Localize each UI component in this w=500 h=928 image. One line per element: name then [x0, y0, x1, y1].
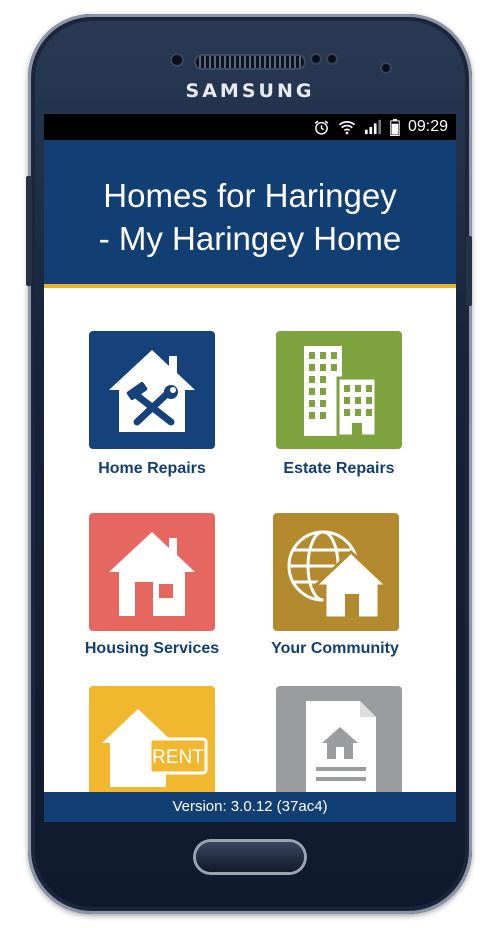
status-bar: 09:29 [44, 114, 456, 140]
volume-button [26, 176, 32, 286]
tile-estate-repairs[interactable] [276, 331, 402, 449]
header-accent-stripe [44, 284, 456, 288]
clock-time: 09:29 [407, 118, 448, 135]
tile-label-estate-repairs[interactable]: Estate Repairs [244, 460, 434, 478]
tile-rent[interactable]: RENT [89, 686, 215, 804]
app-screen: 09:29 Homes for Haringey - My Haringey H… [44, 114, 456, 822]
front-camera [172, 55, 182, 65]
earpiece-speaker [196, 56, 304, 68]
tile-documents[interactable] [276, 686, 402, 804]
home-button[interactable] [196, 842, 304, 872]
tile-home-repairs[interactable] [89, 331, 215, 449]
tile-your-community[interactable] [273, 513, 399, 631]
battery-icon [390, 118, 400, 136]
wifi-icon [338, 119, 356, 135]
tile-label-your-community[interactable]: Your Community [240, 640, 430, 658]
house-icon [109, 532, 195, 616]
signal-icon [364, 119, 382, 135]
globe-house-icon [287, 530, 391, 620]
power-button [466, 236, 472, 306]
camera-icon [382, 64, 390, 72]
buildings-icon [304, 346, 378, 438]
proximity-sensor [312, 55, 320, 63]
svg-text:RENT: RENT [152, 747, 204, 768]
title-line-1: Homes for Haringey [103, 177, 397, 214]
tile-housing-services[interactable] [89, 513, 215, 631]
page-title: Homes for Haringey - My Haringey Home [44, 174, 456, 260]
house-rent-icon: RENT [102, 709, 208, 787]
tile-label-housing-services[interactable]: Housing Services [57, 640, 247, 658]
light-sensor [328, 55, 336, 63]
house-tools-icon [109, 350, 195, 432]
document-house-icon [306, 701, 376, 793]
brand-logo: SAMSUNG [185, 80, 315, 102]
app-header: Homes for Haringey - My Haringey Home [44, 140, 456, 284]
title-line-2: - My Haringey Home [98, 220, 402, 257]
tile-label-home-repairs[interactable]: Home Repairs [57, 460, 247, 478]
version-footer: Version: 3.0.12 (37ac4) [44, 792, 456, 822]
alarm-icon [313, 119, 330, 136]
